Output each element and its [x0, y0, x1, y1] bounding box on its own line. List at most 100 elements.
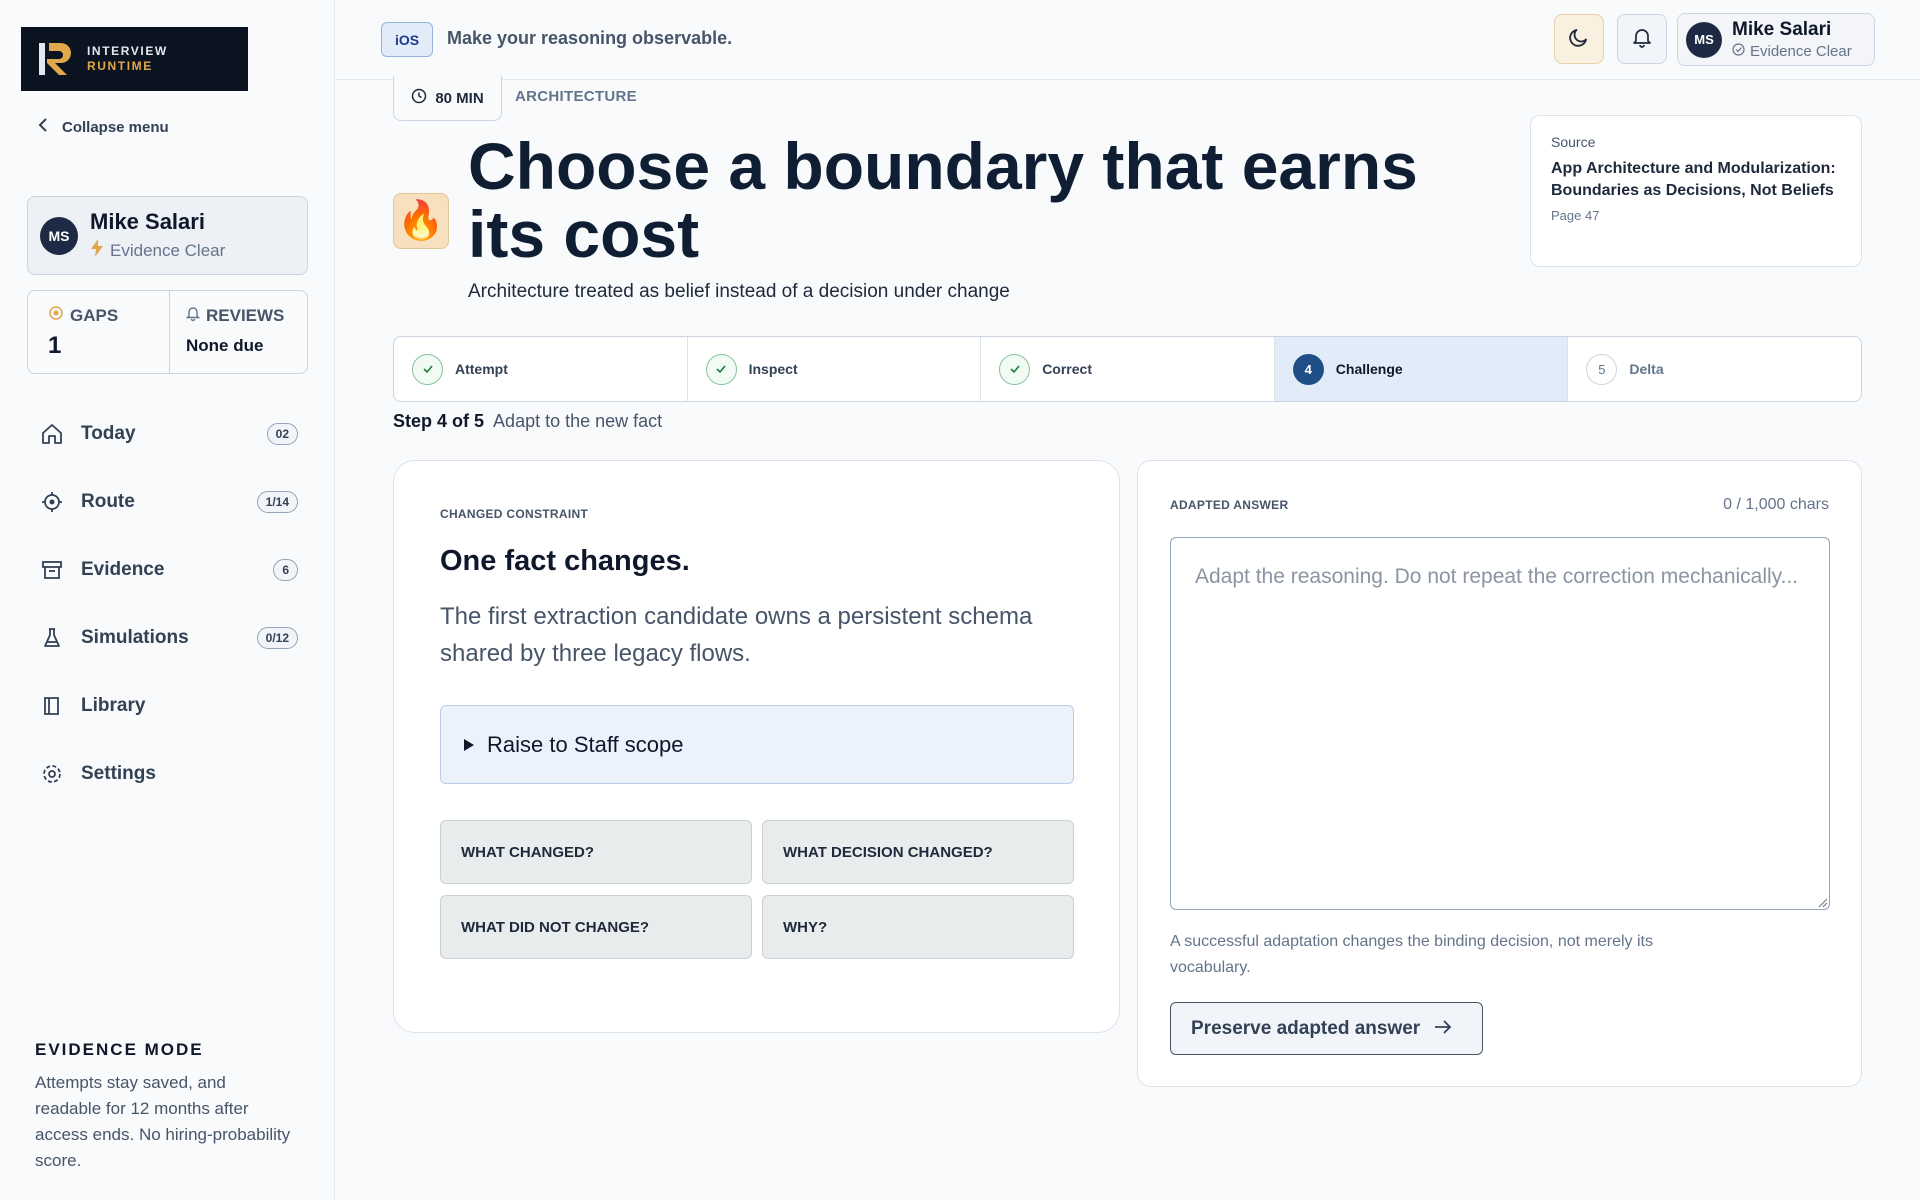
evidence-mode-text: Attempts stay saved, and readable for 12… — [35, 1073, 291, 1170]
step-label: Inspect — [748, 361, 798, 377]
user-name: Mike Salari — [1732, 19, 1832, 40]
platform-chip[interactable]: iOS — [381, 22, 434, 57]
evidence-mode-title: EVIDENCE MODE — [35, 1040, 204, 1059]
gaps-value: 1 — [48, 332, 62, 359]
duration-chip: 80 MIN — [393, 76, 502, 121]
adapted-answer-input[interactable] — [1170, 537, 1830, 910]
step-caption: Step 4 of 5 Adapt to the new fact — [393, 411, 662, 432]
step-correct[interactable]: Correct — [980, 337, 1274, 401]
clock-icon — [411, 88, 427, 108]
sidebar-nav: Today 02 Route 1/14 Evidence 6 Simulatio… — [27, 400, 308, 808]
target-icon — [39, 489, 65, 515]
step-attempt[interactable]: Attempt — [394, 337, 687, 401]
step-label: Challenge — [1335, 361, 1403, 377]
sidebar-item-label: Route — [81, 491, 135, 512]
evidence-mode-panel: EVIDENCE MODE Attempts stay saved, and r… — [35, 1040, 295, 1174]
duration-label: 80 MIN — [435, 89, 484, 107]
fire-icon: 🔥 — [393, 193, 449, 249]
notifications-button[interactable] — [1617, 14, 1667, 64]
collapse-menu-button[interactable]: Collapse menu — [38, 118, 169, 136]
sidebar: INTERVIEW RUNTIME Collapse menu MS Mike … — [0, 0, 335, 1200]
step-delta[interactable]: 5 Delta — [1567, 337, 1861, 401]
step-caption-text: Adapt to the new fact — [493, 411, 663, 431]
card-eyebrow: ADAPTED ANSWER — [1170, 498, 1289, 512]
brand-line-1: INTERVIEW — [87, 44, 168, 58]
target-small-icon — [48, 305, 64, 326]
collapse-menu-label: Collapse menu — [62, 118, 169, 136]
step-progress: Attempt Inspect Correct 4 Challenge 5 De… — [393, 336, 1862, 402]
answer-hint: A successful adaptation changes the bind… — [1170, 933, 1653, 976]
avatar: MS — [40, 216, 78, 255]
theme-toggle-button[interactable] — [1554, 14, 1604, 64]
step-label: Correct — [1042, 361, 1092, 377]
reviews-stat[interactable]: REVIEWS None due — [169, 291, 307, 373]
home-icon — [39, 421, 65, 447]
preserve-answer-button[interactable]: Preserve adapted answer — [1170, 1002, 1483, 1055]
tagline: Make your reasoning observable. — [447, 28, 733, 48]
gear-icon — [39, 761, 65, 787]
nav-count-badge: 0/12 — [256, 627, 298, 649]
gaps-label: GAPS — [70, 305, 119, 325]
step-number: 5 — [1586, 353, 1618, 385]
profile-status: Evidence Clear — [110, 240, 226, 260]
sidebar-item-route[interactable]: Route 1/14 — [27, 468, 308, 536]
page-title: Choose a boundary that earns its cost — [468, 129, 1418, 271]
sidebar-item-label: Today — [81, 423, 136, 444]
profile-card[interactable]: MS Mike Salari Evidence Clear — [27, 196, 308, 275]
arrow-right-icon — [1434, 1018, 1452, 1040]
sidebar-item-label: Library — [81, 695, 146, 716]
check-icon — [705, 353, 737, 385]
source-title: App Architecture and Modularization: Bou… — [1551, 160, 1836, 199]
expander-label: Raise to Staff scope — [487, 731, 684, 757]
sidebar-item-library[interactable]: Library — [27, 672, 308, 740]
chevron-left-icon — [38, 118, 48, 136]
step-label: Delta — [1629, 361, 1664, 377]
brand-line-2: RUNTIME — [87, 59, 153, 73]
nav-count-badge: 6 — [273, 559, 298, 581]
card-eyebrow: CHANGED CONSTRAINT — [440, 507, 589, 521]
staff-scope-expander[interactable]: Raise to Staff scope — [440, 705, 1074, 784]
what-decision-changed-button[interactable]: WHAT DECISION CHANGED? — [762, 820, 1074, 884]
user-menu[interactable]: MS Mike Salari Evidence Clear — [1677, 13, 1875, 66]
step-number: 4 — [1292, 353, 1324, 385]
resize-handle-icon[interactable] — [1818, 895, 1828, 908]
check-circle-icon — [1732, 43, 1745, 60]
check-icon — [999, 353, 1031, 385]
brand-logo[interactable]: INTERVIEW RUNTIME — [21, 27, 248, 91]
card-title: One fact changes. — [440, 545, 690, 577]
moon-icon — [1568, 26, 1590, 53]
reviews-label: REVIEWS — [206, 305, 285, 325]
bell-small-icon — [185, 305, 201, 326]
sidebar-item-evidence[interactable]: Evidence 6 — [27, 536, 308, 604]
sidebar-item-label: Evidence — [81, 559, 165, 580]
page-subtitle: Architecture treated as belief instead o… — [468, 281, 1010, 302]
top-bar: iOS Make your reasoning observable. MS M… — [336, 0, 1920, 80]
gaps-stat[interactable]: GAPS 1 — [28, 291, 169, 373]
step-challenge[interactable]: 4 Challenge — [1273, 337, 1568, 401]
why-button[interactable]: WHY? — [762, 895, 1074, 959]
check-icon — [412, 353, 443, 385]
button-label: Preserve adapted answer — [1191, 1017, 1421, 1039]
what-changed-button[interactable]: WHAT CHANGED? — [440, 820, 752, 884]
source-card[interactable]: Source App Architecture and Modularizati… — [1530, 115, 1862, 267]
lightning-icon — [90, 239, 104, 262]
source-page: Page 47 — [1551, 208, 1600, 223]
sidebar-item-label: Settings — [81, 763, 156, 784]
sidebar-item-simulations[interactable]: Simulations 0/12 — [27, 604, 308, 672]
step-counter: Step 4 of 5 — [393, 411, 485, 431]
sidebar-item-settings[interactable]: Settings — [27, 740, 308, 808]
user-status: Evidence Clear — [1750, 43, 1852, 60]
archive-icon — [39, 557, 65, 583]
triangle-right-icon — [463, 732, 475, 758]
bell-icon — [1631, 26, 1653, 53]
char-count: 0 / 1,000 chars — [1723, 496, 1829, 513]
book-icon — [39, 693, 65, 719]
flask-icon — [39, 625, 65, 651]
reviews-value: None due — [186, 336, 264, 355]
category-label: ARCHITECTURE — [515, 88, 637, 105]
profile-name: Mike Salari — [90, 209, 205, 234]
sidebar-item-today[interactable]: Today 02 — [27, 400, 308, 468]
what-did-not-change-button[interactable]: WHAT DID NOT CHANGE? — [440, 895, 752, 959]
step-label: Attempt — [455, 361, 508, 377]
step-inspect[interactable]: Inspect — [686, 337, 981, 401]
